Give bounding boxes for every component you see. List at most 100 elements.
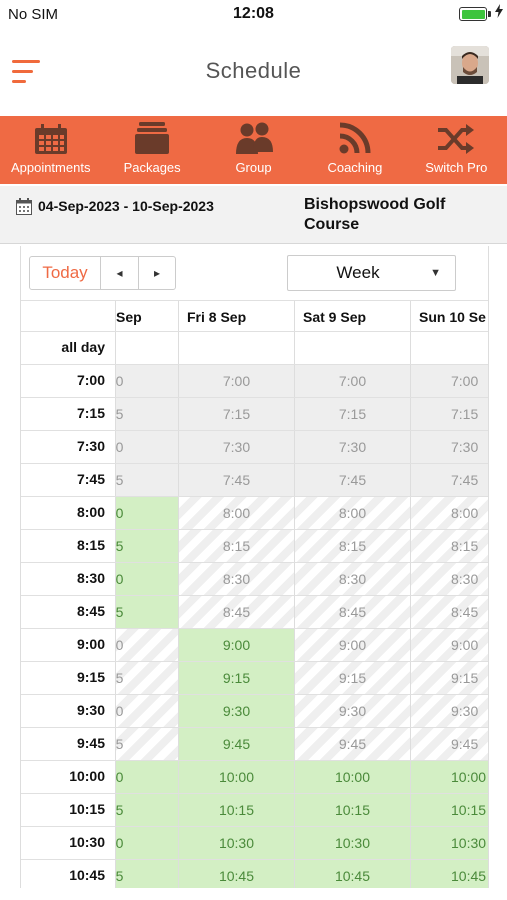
time-slot-cell[interactable]: 7:30 (295, 431, 411, 463)
time-slot-cell[interactable]: 10:15 (295, 794, 411, 826)
time-slot-cell[interactable]: 7:15 (179, 398, 295, 430)
time-slot-cell[interactable]: 7:00 (295, 365, 411, 397)
time-slot-cell[interactable]: 9:15 (411, 662, 488, 694)
time-slot-cell[interactable]: :45 (116, 464, 179, 496)
time-slot-cell[interactable]: 9:45 (411, 728, 488, 760)
time-slot-cell[interactable]: 9:15 (179, 662, 295, 694)
today-button[interactable]: Today (29, 256, 101, 290)
time-slot-cell[interactable]: 7:30 (179, 431, 295, 463)
time-slot-cell[interactable]: 7:45 (295, 464, 411, 496)
time-slot-cell[interactable]: 9:30 (295, 695, 411, 727)
time-slot-cell[interactable]: 10:00 (295, 761, 411, 793)
time-slot-cell[interactable]: 8:15 (179, 530, 295, 562)
time-slot-cell[interactable]: :30 (116, 827, 179, 859)
status-bar: No SIM 12:08 (0, 0, 507, 30)
calendar-icon[interactable] (16, 198, 32, 215)
time-slot-cell[interactable]: :30 (116, 431, 179, 463)
time-slot-cell[interactable]: :15 (116, 794, 179, 826)
time-slot-cell[interactable]: 9:00 (179, 629, 295, 661)
time-slot-cell[interactable]: 7:00 (411, 365, 488, 397)
time-slot-cell[interactable]: 8:00 (411, 497, 488, 529)
time-slot-cell[interactable]: 8:00 (295, 497, 411, 529)
time-slot-cell[interactable]: 10:45 (179, 860, 295, 888)
time-slot-cell[interactable]: :30 (116, 563, 179, 595)
time-slot-cell[interactable]: 7:15 (295, 398, 411, 430)
time-slot-row: 9:15:159:159:159:15 (21, 662, 488, 695)
time-slot-cell[interactable]: 10:00 (411, 761, 488, 793)
time-slot-cell[interactable]: 9:45 (179, 728, 295, 760)
toolbar-label: Coaching (327, 160, 383, 175)
all-day-cell[interactable] (179, 332, 295, 364)
time-slot-cell[interactable]: 10:45 (295, 860, 411, 888)
time-slot-cell[interactable]: :45 (116, 860, 179, 888)
all-day-cell[interactable] (295, 332, 411, 364)
time-slot-cell[interactable]: 10:30 (179, 827, 295, 859)
toolbar-packages[interactable]: Packages (101, 116, 202, 184)
slot-time-text: 9:00 (222, 637, 251, 653)
time-slot-cell[interactable]: 10:15 (411, 794, 488, 826)
time-slot-cell[interactable]: 10:30 (295, 827, 411, 859)
day-header[interactable]: Sep (116, 301, 179, 331)
time-slot-cell[interactable]: 9:30 (411, 695, 488, 727)
time-slot-cell[interactable]: :00 (116, 761, 179, 793)
time-slot-cell[interactable]: 8:30 (295, 563, 411, 595)
time-label: 10:45 (21, 860, 116, 888)
time-label: 7:15 (21, 398, 116, 430)
time-slot-cell[interactable]: :00 (116, 629, 179, 661)
time-slot-cell[interactable]: 9:15 (295, 662, 411, 694)
time-slot-cell[interactable]: :15 (116, 398, 179, 430)
time-slot-cell[interactable]: 9:00 (411, 629, 488, 661)
time-slot-cell[interactable]: :15 (116, 662, 179, 694)
view-select[interactable]: Week ▼ (287, 255, 456, 291)
toolbar-appointments[interactable]: Appointments (0, 116, 101, 184)
slot-time-text: 8:45 (451, 604, 479, 620)
time-slot-cell[interactable]: 10:45 (411, 860, 488, 888)
time-slot-cell[interactable]: 7:30 (411, 431, 488, 463)
time-slot-row: 8:45:458:458:458:45 (21, 596, 488, 629)
all-day-cell[interactable] (411, 332, 488, 364)
time-slot-cell[interactable]: 8:15 (295, 530, 411, 562)
main-toolbar: Appointments Packages Group Coaching Swi… (0, 116, 507, 184)
time-label: 10:00 (21, 761, 116, 793)
time-slot-cell[interactable]: 8:45 (411, 596, 488, 628)
time-slot-cell[interactable]: 9:00 (295, 629, 411, 661)
time-slot-row: 9:45:459:459:459:45 (21, 728, 488, 761)
time-slot-cell[interactable]: :15 (116, 530, 179, 562)
time-slot-cell[interactable]: 8:45 (295, 596, 411, 628)
avatar[interactable] (451, 46, 489, 84)
day-header[interactable]: Sat 9 Sep (295, 301, 411, 331)
all-day-cell[interactable] (116, 332, 179, 364)
time-slot-cell[interactable]: :30 (116, 695, 179, 727)
slot-time-text: 7:30 (451, 439, 479, 455)
toolbar-label: Appointments (10, 160, 91, 175)
day-header[interactable]: Sun 10 Se (411, 301, 488, 331)
slot-time-text: 10:15 (451, 802, 487, 818)
toolbar-switch-pro[interactable]: Switch Pro (406, 116, 507, 184)
time-slot-cell[interactable]: 10:00 (179, 761, 295, 793)
time-label: 9:15 (21, 662, 116, 694)
date-range-text[interactable]: 04-Sep-2023 - 10-Sep-2023 (38, 198, 214, 214)
time-slot-cell[interactable]: :45 (116, 596, 179, 628)
time-slot-cell[interactable]: 7:45 (179, 464, 295, 496)
time-slot-cell[interactable]: 10:15 (179, 794, 295, 826)
day-header[interactable]: Fri 8 Sep (179, 301, 295, 331)
time-slot-cell[interactable]: :45 (116, 728, 179, 760)
time-slot-cell[interactable]: 9:30 (179, 695, 295, 727)
time-slot-cell[interactable]: 7:45 (411, 464, 488, 496)
time-slot-cell[interactable]: :00 (116, 497, 179, 529)
next-week-button[interactable]: ▸ (138, 256, 176, 290)
time-slot-cell[interactable]: 8:30 (411, 563, 488, 595)
toolbar-group[interactable]: Group (203, 116, 304, 184)
time-slot-cell[interactable]: :00 (116, 365, 179, 397)
time-slot-cell[interactable]: 10:30 (411, 827, 488, 859)
toolbar-coaching[interactable]: Coaching (304, 116, 405, 184)
time-slot-cell[interactable]: 7:00 (179, 365, 295, 397)
time-slot-cell[interactable]: 9:45 (295, 728, 411, 760)
time-slot-cell[interactable]: 8:45 (179, 596, 295, 628)
time-slot-cell[interactable]: 8:00 (179, 497, 295, 529)
time-slot-cell[interactable]: 8:30 (179, 563, 295, 595)
prev-week-button[interactable]: ◂ (101, 256, 139, 290)
time-slot-cell[interactable]: 7:15 (411, 398, 488, 430)
time-slot-cell[interactable]: 8:15 (411, 530, 488, 562)
time-slot-row: 10:30:3010:3010:3010:30 (21, 827, 488, 860)
